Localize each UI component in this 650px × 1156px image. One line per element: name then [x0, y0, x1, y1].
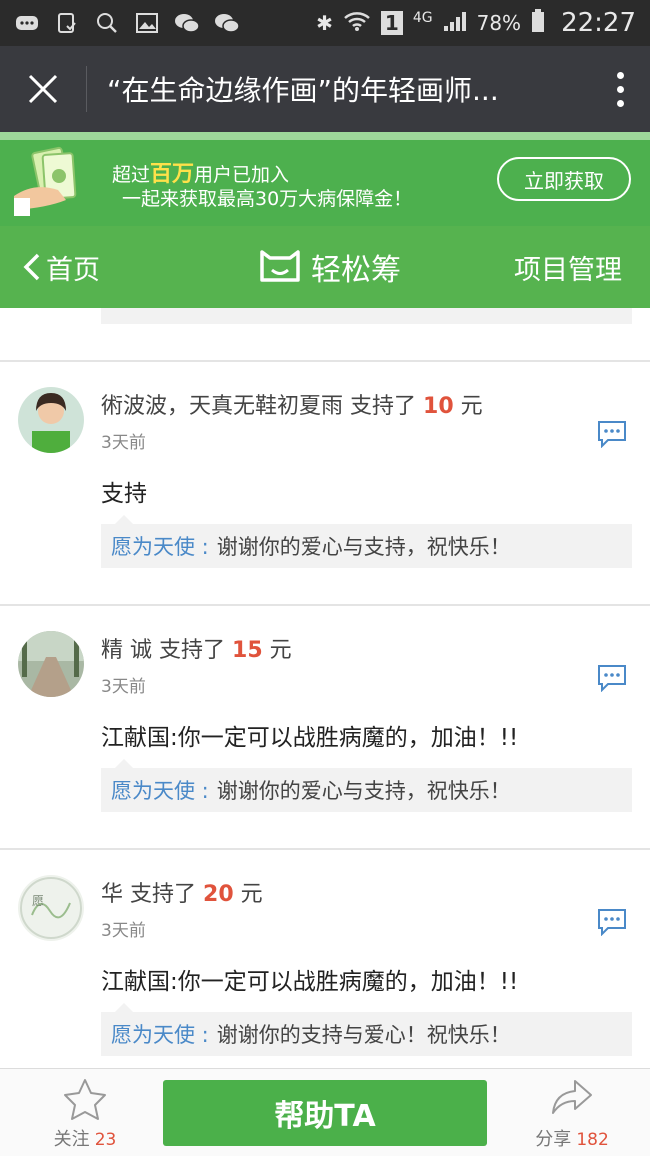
comment-text: 支持 [101, 481, 147, 507]
list-item: 精 诚 支持了 15 元 3天前 江献国:你一定可以战胜病魔的，加油！!! 愿为… [0, 606, 650, 848]
reply-box: 愿为天使 : 谢谢你的爱心与支持，祝快乐！ [101, 515, 632, 568]
page-title: “在生命边缘作画”的年轻画师... [107, 74, 499, 107]
chevron-left-icon [23, 253, 40, 281]
status-bar: ✱ 1 4G 78% 22:27 [0, 0, 650, 46]
list-item: 術波波，天真无鞋初夏雨 支持了 10 元 3天前 支持 愿为天使 : 谢谢你的爱心… [0, 362, 650, 604]
task-icon [54, 12, 80, 34]
donation-amount: 10 [423, 394, 454, 419]
share-label: 分享 [535, 1129, 572, 1150]
help-ta-button[interactable]: 帮助TA [163, 1080, 487, 1146]
more-dots-icon [616, 71, 624, 79]
reply-text: 谢谢你的爱心与支持，祝快乐！ [216, 535, 511, 559]
get-now-button[interactable]: 立即获取 [497, 157, 631, 201]
wechat-icon [174, 12, 200, 34]
battery-percent: 78% [476, 11, 522, 35]
reply-author[interactable]: 愿为天使 : [111, 775, 209, 805]
browser-title-bar: “在生命边缘作画”的年轻画师... [0, 46, 650, 132]
comment-text: 江献国:你一定可以战胜病魔的，加油！!! [101, 725, 519, 751]
battery-icon [531, 8, 545, 38]
comment-time: 3天前 [101, 433, 146, 453]
close-icon [28, 74, 58, 104]
gallery-icon [134, 12, 160, 34]
project-manage-link[interactable]: 项目管理 [480, 248, 650, 287]
reply-author[interactable]: 愿为天使 : [111, 1019, 209, 1049]
reply-box: 愿为天使 : 谢谢你的爱心与支持，祝快乐！ [101, 759, 632, 812]
share-count: 182 [576, 1130, 609, 1150]
promo-banner[interactable]: 超过百万用户已加入 一起来获取最高30万大病保障金！ 立即获取 [0, 132, 650, 226]
close-button[interactable] [0, 46, 86, 132]
share-arrow-icon [552, 1080, 592, 1114]
bluetooth-icon: ✱ [316, 11, 333, 35]
comment-header: 術波波，天真无鞋初夏雨 支持了 10 元 [101, 394, 483, 419]
donor-name[interactable]: 华 [101, 882, 123, 907]
donation-amount: 20 [203, 882, 234, 907]
money-hand-icon [14, 146, 77, 216]
avatar[interactable]: 愿 [18, 875, 84, 941]
reply-text: 谢谢你的爱心与支持，祝快乐！ [216, 779, 511, 803]
previous-reply-fragment [101, 308, 632, 324]
brand-name: 轻松筹 [311, 253, 401, 288]
comment-time: 3天前 [101, 677, 146, 697]
reply-text: 谢谢你的支持与爱心！祝快乐！ [216, 1023, 511, 1047]
app-nav-bar: 首页 轻松筹 项目管理 [0, 226, 650, 308]
chat-bubble-icon[interactable] [596, 664, 628, 692]
reply-box: 愿为天使 : 谢谢你的支持与爱心！祝快乐！ [101, 1003, 632, 1056]
donor-name[interactable]: 術波波，天真无鞋初夏雨 [101, 394, 343, 419]
clock: 22:27 [561, 8, 636, 38]
banner-top-strip [0, 132, 650, 140]
follow-count: 23 [94, 1130, 117, 1150]
svg-text:愿: 愿 [32, 894, 44, 908]
follow-button[interactable]: 关注 23 [40, 1077, 130, 1151]
list-item: 愿 华 支持了 20 元 3天前 江献国:你一定可以战胜病魔的，加油！!! 愿为… [0, 850, 650, 1068]
donation-amount: 15 [232, 638, 263, 663]
sim-indicator: 1 [380, 11, 403, 35]
bottom-action-bar: 关注 23 帮助TA 分享 182 [0, 1068, 650, 1156]
message-icon [14, 12, 40, 34]
network-type: 4G [412, 10, 433, 26]
comment-time: 3天前 [101, 921, 146, 941]
home-back-button[interactable]: 首页 [0, 248, 180, 287]
comment-header: 华 支持了 20 元 [101, 882, 263, 907]
comment-text: 江献国:你一定可以战胜病魔的，加油！!! [101, 969, 519, 995]
signal-icon [443, 10, 467, 37]
wechat-icon-2 [214, 12, 240, 34]
reply-author[interactable]: 愿为天使 : [111, 531, 209, 561]
avatar[interactable] [18, 631, 84, 697]
chat-bubble-icon[interactable] [596, 908, 628, 936]
brand-logo: 轻松筹 [180, 245, 480, 289]
wifi-icon [343, 10, 371, 37]
comment-header: 精 诚 支持了 15 元 [101, 638, 292, 663]
star-icon [64, 1079, 106, 1120]
cat-logo-icon [260, 250, 300, 282]
share-button[interactable]: 分享 182 [522, 1077, 622, 1151]
search-icon [94, 12, 120, 34]
comment-list: 術波波，天真无鞋初夏雨 支持了 10 元 3天前 支持 愿为天使 : 谢谢你的爱心… [0, 308, 650, 1068]
more-menu-button[interactable] [590, 71, 650, 107]
banner-line-2: 一起来获取最高30万大病保障金！ [122, 188, 413, 210]
home-label: 首页 [46, 254, 100, 286]
chat-bubble-icon[interactable] [596, 420, 628, 448]
follow-label: 关注 [53, 1129, 90, 1150]
avatar[interactable] [18, 387, 84, 453]
donor-name[interactable]: 精 诚 [101, 638, 152, 663]
